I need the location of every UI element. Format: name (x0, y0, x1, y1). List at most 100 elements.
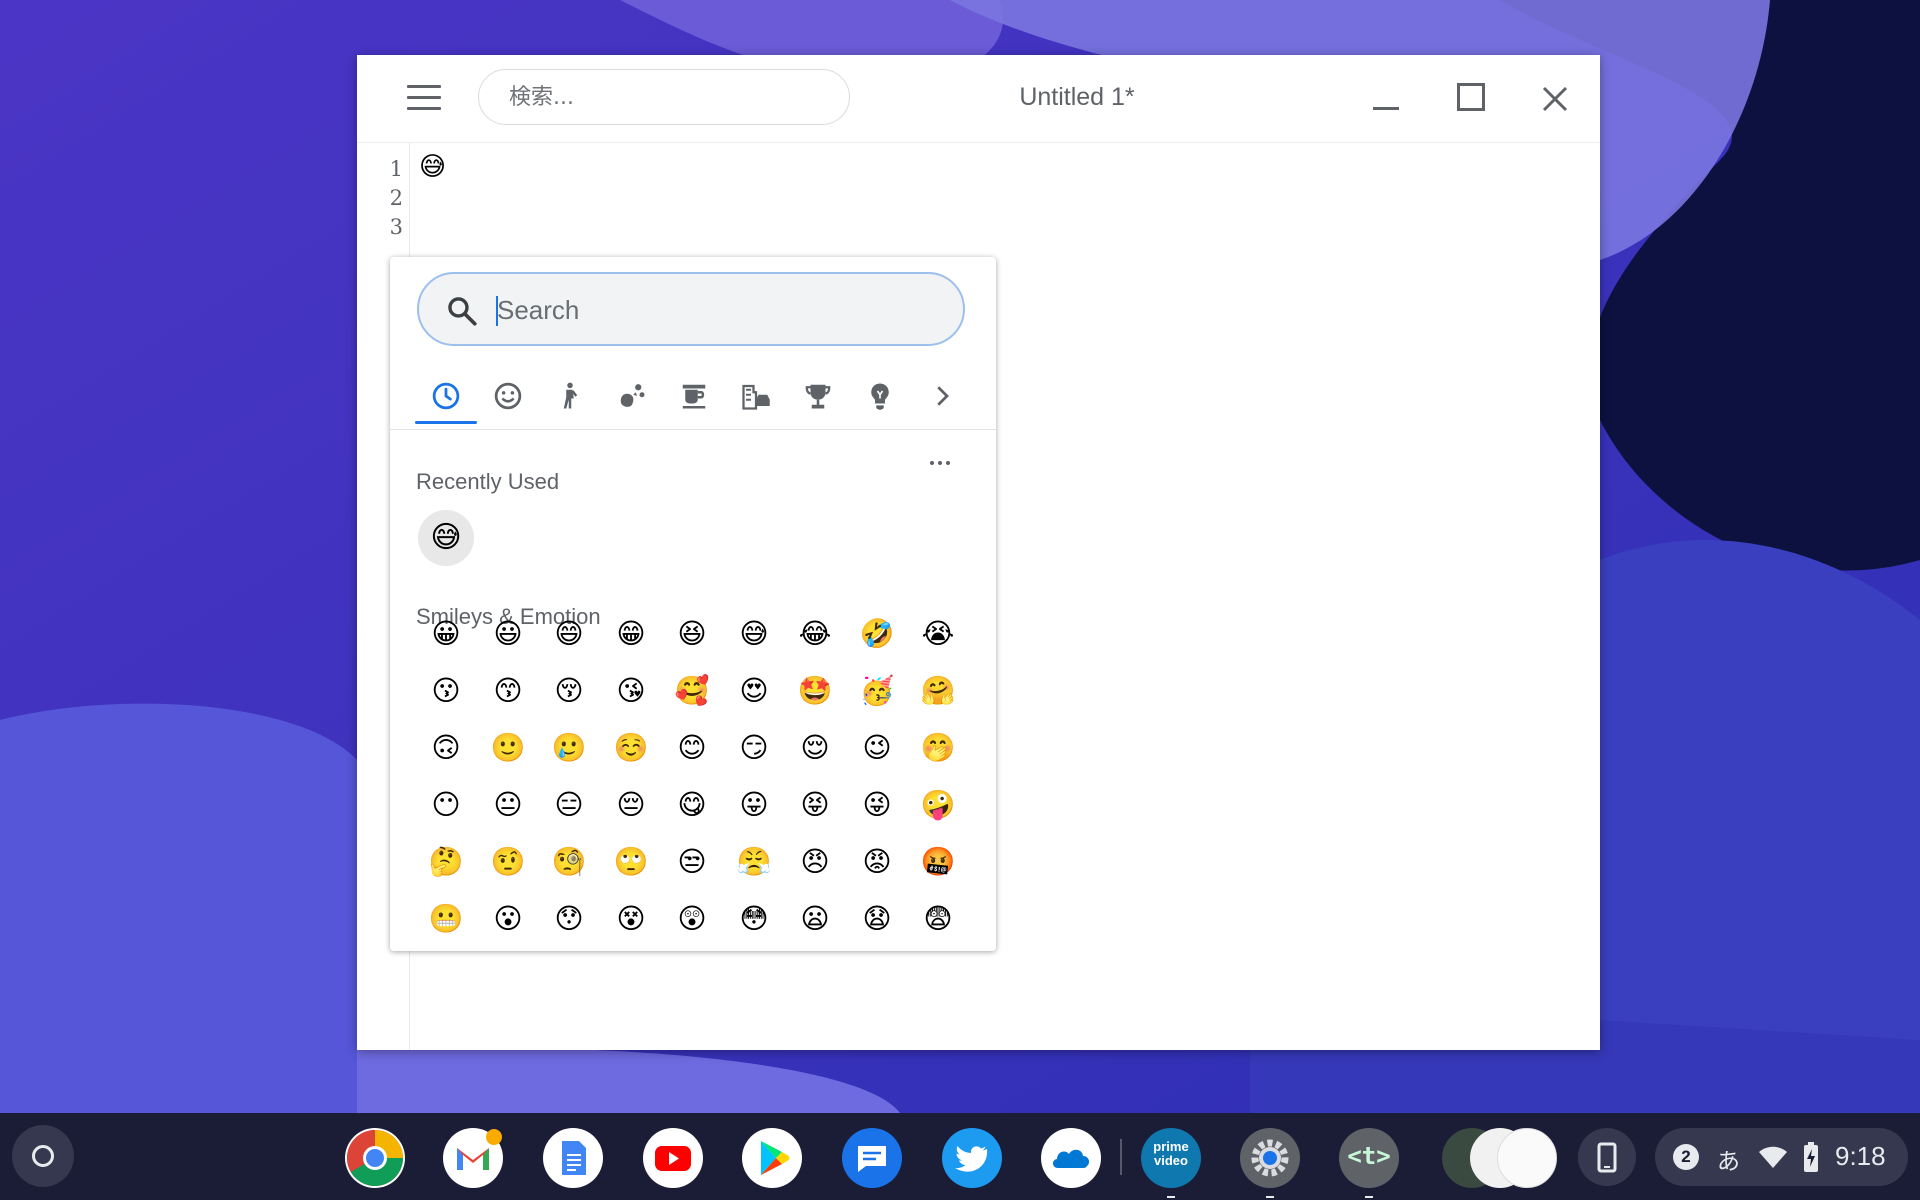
emoji-cell[interactable]: 🤗 (910, 664, 966, 718)
emoji-cell[interactable]: 😌 (787, 721, 843, 775)
emoji-cell[interactable]: 😵 (603, 892, 659, 946)
person-icon (563, 382, 578, 409)
emoji-cell[interactable]: 🥲 (541, 721, 597, 775)
emoji-cell[interactable]: 😉 (849, 721, 905, 775)
emoji-cell[interactable]: 😐 (480, 778, 536, 832)
emoji-cell[interactable]: 😜 (849, 778, 905, 832)
trophy-icon (805, 384, 831, 409)
emoji-cell[interactable]: 🤭 (910, 721, 966, 775)
emoji-cell[interactable]: 😯 (541, 892, 597, 946)
emoji-cell[interactable]: 🤔 (418, 835, 474, 889)
emoji-cell[interactable]: 😡 (849, 835, 905, 889)
text-app-icon[interactable]: <t> (1339, 1128, 1399, 1198)
travel-icon (742, 384, 770, 410)
emoji-cell[interactable]: 🤪 (910, 778, 966, 832)
emoji-cell[interactable]: 🙂 (480, 721, 536, 775)
phone-hub-button[interactable] (1578, 1128, 1636, 1186)
phone-icon (1597, 1142, 1617, 1173)
emoji-cell[interactable]: 😍 (726, 664, 782, 718)
emoji-cell[interactable]: ☺️ (603, 721, 659, 775)
emoji-cell[interactable]: 😁 (603, 607, 659, 661)
emoji-cell[interactable]: 😶 (418, 778, 474, 832)
emoji-search-box[interactable] (417, 272, 965, 346)
emoji-cell[interactable]: 🥰 (664, 664, 720, 718)
emoji-cell[interactable]: 🤨 (480, 835, 536, 889)
tab-activities[interactable] (787, 371, 849, 423)
emoji-cell[interactable]: 😲 (664, 892, 720, 946)
emoji-cell[interactable]: 😨 (910, 892, 966, 946)
youtube-icon[interactable] (643, 1128, 703, 1188)
emoji-cell[interactable]: 🤣 (849, 607, 905, 661)
settings-icon[interactable] (1240, 1128, 1300, 1198)
emoji-cell[interactable]: 😮 (480, 892, 536, 946)
chrome-icon[interactable] (345, 1128, 405, 1188)
tab-objects[interactable] (849, 371, 911, 423)
wifi-icon (1759, 1146, 1787, 1168)
tab-food[interactable] (663, 371, 725, 423)
emoji-cell[interactable]: 😔 (603, 778, 659, 832)
emoji-cell[interactable]: 🥳 (849, 664, 905, 718)
recent-emoji[interactable]: 😅 (418, 510, 474, 566)
emoji-cell[interactable]: 😗 (418, 664, 474, 718)
launcher-button[interactable] (12, 1125, 74, 1187)
minimize-button[interactable] (1363, 77, 1407, 121)
emoji-cell[interactable]: 😝 (787, 778, 843, 832)
tab-smileys[interactable] (477, 371, 539, 423)
emoji-cell[interactable]: 😚 (541, 664, 597, 718)
tab-recent[interactable] (415, 371, 477, 424)
prime-video-icon[interactable]: prime video (1141, 1128, 1201, 1198)
emoji-cell[interactable]: 🙄 (603, 835, 659, 889)
emoji-cell[interactable]: 😊 (664, 721, 720, 775)
emoji-cell[interactable]: 😏 (726, 721, 782, 775)
emoji-picker: Recently Used 😅 Smileys & Emotion 😀😃😄😁😆😅… (390, 257, 996, 951)
emoji-cell[interactable]: 😳 (726, 892, 782, 946)
emoji-cell[interactable]: 😘 (603, 664, 659, 718)
document-title: Untitled 1* (1019, 83, 1135, 111)
tab-people[interactable] (539, 371, 601, 423)
emoji-cell[interactable]: 😠 (787, 835, 843, 889)
emoji-cell[interactable]: 🤬 (910, 835, 966, 889)
more-options-icon[interactable] (924, 452, 956, 480)
animal-icon (620, 384, 645, 407)
twitter-icon[interactable] (942, 1128, 1002, 1188)
onedrive-icon[interactable] (1041, 1128, 1101, 1188)
editor-text-area[interactable]: 😅 (419, 151, 446, 182)
hamburger-menu-icon[interactable] (407, 85, 441, 111)
emoji-cell[interactable]: 😬 (418, 892, 474, 946)
emoji-cell[interactable]: 🤩 (787, 664, 843, 718)
play-store-icon[interactable] (742, 1128, 802, 1188)
maximize-button[interactable] (1449, 77, 1493, 121)
emoji-cell[interactable]: 😭 (910, 607, 966, 661)
emoji-cell[interactable]: 😅 (726, 607, 782, 661)
emoji-cell[interactable]: 😃 (480, 607, 536, 661)
emoji-cell[interactable]: 😂 (787, 607, 843, 661)
tab-animals[interactable] (601, 371, 663, 423)
emoji-cell[interactable]: 😋 (664, 778, 720, 832)
tab-travel[interactable] (725, 371, 787, 423)
window-thumbnails[interactable] (1442, 1128, 1557, 1188)
docs-icon[interactable] (543, 1128, 603, 1188)
emoji-cell[interactable]: 😆 (664, 607, 720, 661)
messages-icon[interactable] (842, 1128, 902, 1188)
emoji-cell[interactable]: 😄 (541, 607, 597, 661)
emoji-cell[interactable]: 😦 (787, 892, 843, 946)
status-area[interactable]: 2 あ 9:18 (1655, 1128, 1908, 1186)
close-button[interactable] (1533, 77, 1577, 121)
smiley-icon (494, 382, 522, 410)
ime-indicator: あ (1717, 1149, 1740, 1175)
emoji-cell[interactable]: 🙃 (418, 721, 474, 775)
tabs-scroll-right-button[interactable] (911, 371, 973, 423)
emoji-cell[interactable]: 😒 (664, 835, 720, 889)
app-search-input[interactable] (478, 69, 850, 125)
emoji-search-input[interactable] (495, 288, 939, 332)
window-thumbnail (1497, 1128, 1557, 1188)
emoji-cell[interactable]: 😀 (418, 607, 474, 661)
gmail-icon[interactable] (443, 1128, 503, 1188)
emoji-cell[interactable]: 😛 (726, 778, 782, 832)
emoji-grid: 😀 😃 😄 😁 😆 😅 😂 🤣 😭 😗 😙 😚 😘 🥰 😍 🤩 🥳 🤗 🙃 🙂 🥲 ☺️ 😊 😏 😌 😉 🤭 😶 😐 😑 😔 😋 😛 😝 😜 🤪 🤔 🤨 🧐… (418, 618, 978, 951)
emoji-cell[interactable]: 😑 (541, 778, 597, 832)
emoji-cell[interactable]: 🧐 (541, 835, 597, 889)
emoji-cell[interactable]: 😧 (849, 892, 905, 946)
emoji-cell[interactable]: 😤 (726, 835, 782, 889)
emoji-cell[interactable]: 😙 (480, 664, 536, 718)
